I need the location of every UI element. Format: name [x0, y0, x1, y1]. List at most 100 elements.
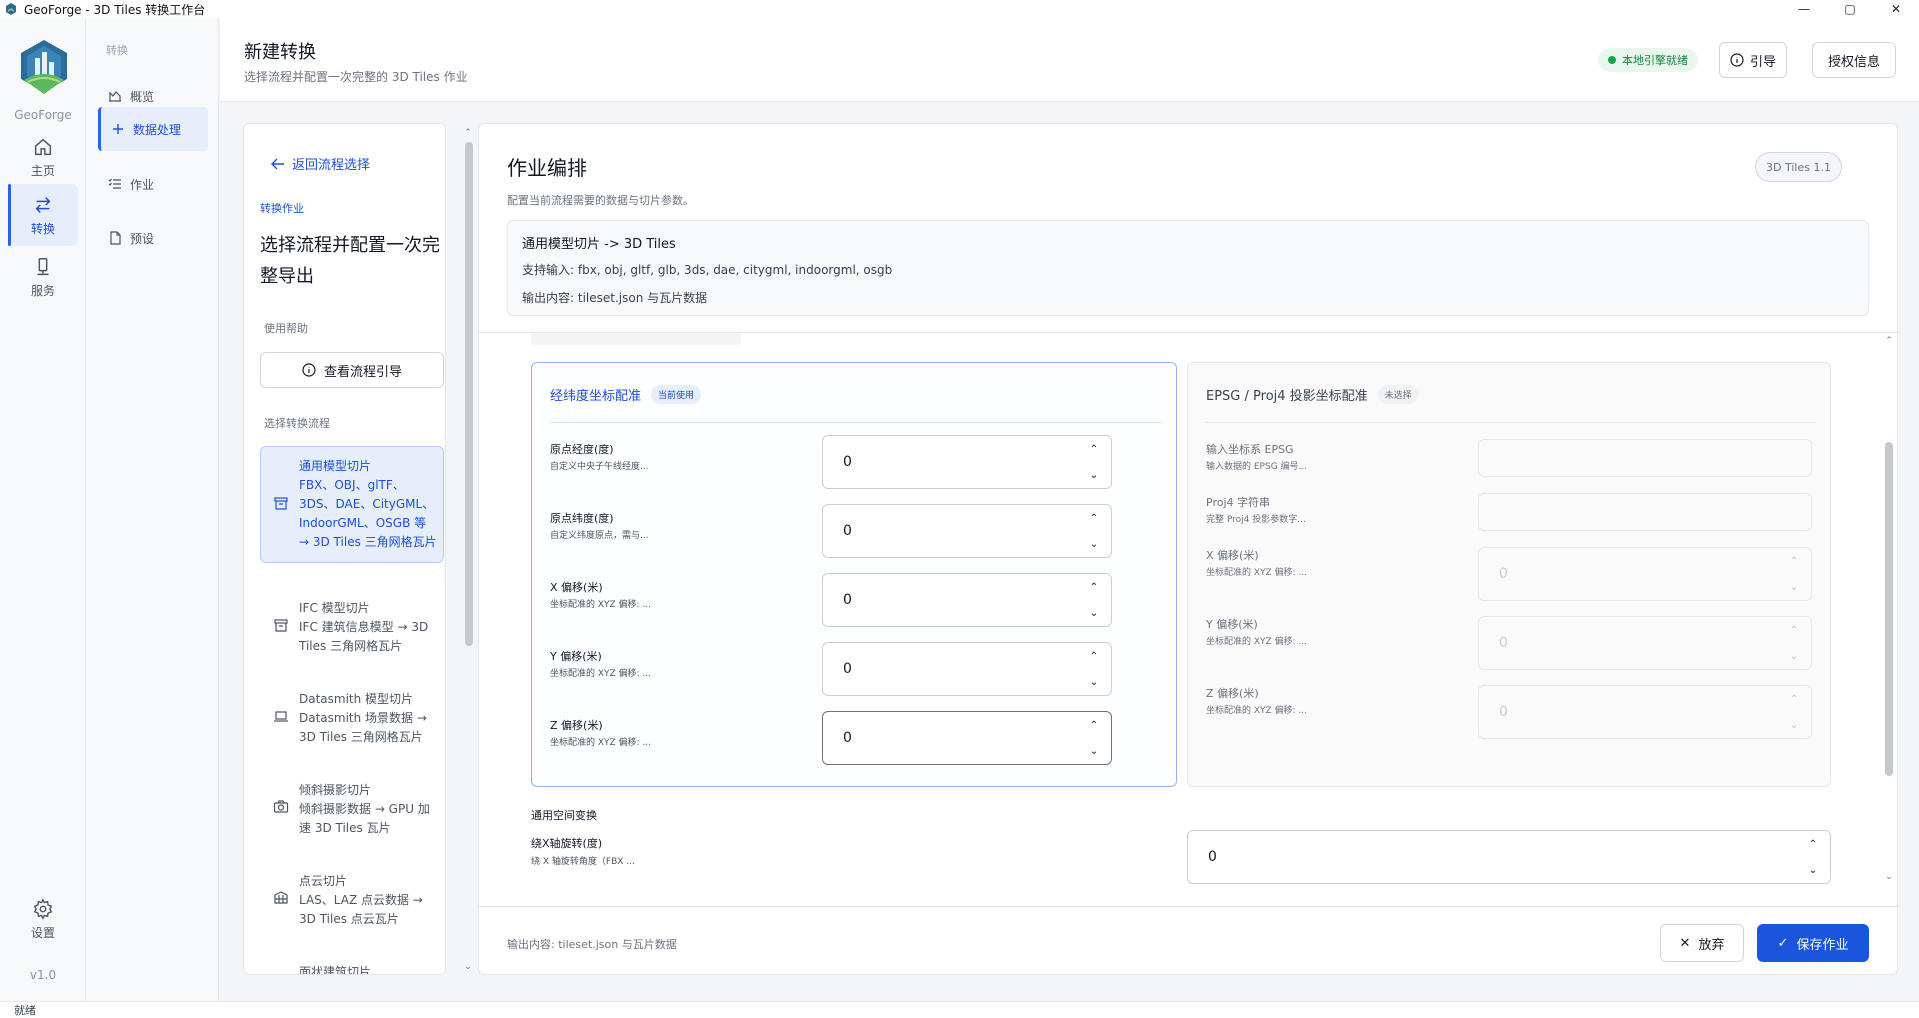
save-job-button[interactable]: ✓ 保存作业 [1757, 924, 1869, 962]
discard-label: 放弃 [1698, 937, 1725, 953]
geo-z-offset-hint: 坐标配准的 XYZ 偏移: ... [550, 738, 652, 748]
discard-button[interactable]: ✕ 放弃 [1660, 924, 1744, 962]
proj-x-offset-value: 0 [1499, 566, 1508, 582]
editor-scrollbar[interactable]: ⌃ ⌄ [1883, 336, 1895, 884]
proj-y-offset-input[interactable]: 0 ⌃ ⌄ [1478, 616, 1812, 670]
view-guide-button[interactable]: 查看流程引导 [260, 352, 444, 388]
rail-item-label: 设置 [30, 925, 55, 940]
proj-box-tag: 未选择 [1377, 385, 1419, 404]
rail-item-service[interactable]: 服务 [8, 246, 78, 308]
laptop-icon [274, 711, 288, 722]
subnav-item-jobs[interactable]: 作业 [98, 162, 208, 206]
spinner-icon[interactable]: ⌃ ⌄ [1089, 514, 1099, 550]
save-label: 保存作业 [1796, 937, 1849, 953]
flow-card-generic-model[interactable]: 通用模型切片 FBX、OBJ、glTF、3DS、DAE、CityGML、Indo… [260, 446, 444, 563]
geoforge-logo [21, 40, 67, 94]
flow-card-desc: 倾斜摄影数据 → GPU 加速 3D Tiles 瓦片 [299, 802, 430, 835]
divider [479, 906, 1899, 907]
proj-y-offset-value: 0 [1499, 635, 1508, 651]
scroll-down-icon[interactable]: ⌄ [1883, 872, 1895, 882]
rotate-x-input[interactable]: 0 ⌃ ⌄ [1187, 830, 1831, 884]
grid-icon [274, 891, 288, 904]
scroll-up-icon[interactable]: ⌃ [1883, 336, 1895, 346]
subnav-item-label: 预设 [130, 231, 155, 246]
status-text: 就绪 [14, 1004, 36, 1017]
footer-output-note: 输出内容: tileset.json 与瓦片数据 [507, 938, 677, 951]
subnav-item-label: 作业 [130, 177, 155, 192]
flow-card-title: 点云切片 [299, 874, 348, 888]
scroll-up-icon[interactable]: ⌃ [462, 128, 474, 138]
editor-subtitle: 配置当前流程需要的数据与切片参数。 [507, 194, 694, 207]
geo-coordinate-box[interactable]: 经纬度坐标配准 当前使用 原点经度(度) 自定义中央子午线经度... 0 ⌃ ⌄ … [531, 362, 1177, 787]
spinner-icon[interactable]: ⌃ ⌄ [1089, 583, 1099, 619]
geo-y-offset-input[interactable]: 0 ⌃ ⌄ [822, 642, 1112, 696]
close-icon: ✕ [1679, 935, 1691, 951]
arrow-left-icon [271, 158, 284, 169]
subnav-item-presets[interactable]: 预设 [98, 216, 208, 260]
flow-card-building-footprint[interactable]: 面状建筑切片 [260, 952, 444, 975]
panel-title: 选择流程并配置一次完整导出 [260, 235, 440, 287]
status-bar: 就绪 [0, 1001, 1919, 1018]
view-guide-label: 查看流程引导 [323, 364, 402, 380]
origin-lat-label: 原点纬度(度) [550, 512, 614, 525]
left-panel-scrollbar[interactable]: ⌃ ⌄ [462, 128, 474, 978]
flow-card-desc: IFC 建筑信息模型 → 3D Tiles 三角网格瓦片 [299, 620, 429, 653]
primary-rail: GeoForge 主页 转换 服务 设置 v1.0 [0, 18, 86, 1001]
close-button[interactable]: ✕ [1873, 0, 1919, 18]
maximize-button[interactable]: ▢ [1827, 0, 1873, 18]
geo-x-offset-value: 0 [843, 592, 852, 608]
summary-outputs: 输出内容: tileset.json 与瓦片数据 [522, 291, 708, 305]
flow-card-oblique[interactable]: 倾斜摄影切片 倾斜摄影数据 → GPU 加速 3D Tiles 瓦片 [260, 770, 444, 849]
geo-box-header: 经纬度坐标配准 当前使用 [550, 385, 702, 404]
home-icon [34, 138, 52, 155]
subnav-item-data-processing[interactable]: 数据处理 [98, 107, 208, 151]
origin-lat-hint: 自定义纬度原点，需与... [550, 531, 649, 541]
spinner-icon[interactable]: ⌃ ⌄ [1789, 695, 1799, 731]
minimize-button[interactable]: — [1781, 0, 1827, 18]
geo-z-offset-input[interactable]: 0 ⌃ ⌄ [822, 711, 1112, 765]
proj-coordinate-box[interactable]: EPSG / Proj4 投影坐标配准 未选择 输入坐标系 EPSG 输入数据的… [1187, 362, 1831, 787]
guide-button-label: 引导 [1749, 54, 1776, 70]
rail-item-convert[interactable]: 转换 [8, 184, 78, 246]
proj-box-header: EPSG / Proj4 投影坐标配准 未选择 [1206, 385, 1419, 404]
proj-box-title: EPSG / Proj4 投影坐标配准 [1206, 389, 1368, 404]
spinner-icon[interactable]: ⌃ ⌄ [1789, 626, 1799, 662]
proj4-label: Proj4 字符串 [1206, 496, 1271, 509]
rail-item-home[interactable]: 主页 [8, 126, 78, 188]
proj4-input[interactable] [1478, 493, 1812, 531]
back-to-flow-link[interactable]: 返回流程选择 [270, 154, 370, 173]
spinner-icon[interactable]: ⌃ ⌄ [1089, 652, 1099, 688]
scroll-thumb[interactable] [465, 142, 473, 646]
spinner-icon[interactable]: ⌃ ⌄ [1808, 840, 1818, 876]
engine-status-text: 本地引擎就绪 [1622, 54, 1688, 67]
spinner-icon[interactable]: ⌃ ⌄ [1089, 445, 1099, 481]
scroll-down-icon[interactable]: ⌄ [462, 962, 474, 972]
flow-selection-panel: 返回流程选择 转换作业 选择流程并配置一次完整导出 使用帮助 查看流程引导 选择… [243, 123, 446, 975]
proj-z-offset-value: 0 [1499, 704, 1508, 720]
proj-x-offset-label: X 偏移(米) [1206, 549, 1259, 562]
flow-card-pointcloud[interactable]: 点云切片 LAS、LAZ 点云数据 → 3D Tiles 点云瓦片 [260, 861, 444, 940]
origin-lat-input[interactable]: 0 ⌃ ⌄ [822, 504, 1112, 558]
faded-tab [531, 333, 741, 345]
geo-x-offset-input[interactable]: 0 ⌃ ⌄ [822, 573, 1112, 627]
spinner-icon[interactable]: ⌃ ⌄ [1789, 557, 1799, 593]
scroll-thumb[interactable] [1885, 442, 1893, 776]
flow-card-datasmith[interactable]: Datasmith 模型切片 Datasmith 场景数据 → 3D Tiles… [260, 679, 444, 758]
proj-x-offset-input[interactable]: 0 ⌃ ⌄ [1478, 547, 1812, 601]
license-button[interactable]: 授权信息 [1812, 42, 1896, 78]
epsg-input[interactable] [1478, 439, 1812, 477]
proj-z-offset-input[interactable]: 0 ⌃ ⌄ [1478, 685, 1812, 739]
rail-item-settings[interactable]: 设置 [8, 888, 78, 950]
status-dot-icon [1608, 56, 1616, 64]
origin-lon-input[interactable]: 0 ⌃ ⌄ [822, 435, 1112, 489]
origin-lon-value: 0 [843, 454, 852, 470]
epsg-hint: 输入数据的 EPSG 编号... [1206, 462, 1308, 472]
flow-card-ifc[interactable]: IFC 模型切片 IFC 建筑信息模型 → 3D Tiles 三角网格瓦片 [260, 588, 444, 667]
page-header: 新建转换 选择流程并配置一次完整的 3D Tiles 作业 本地引擎就绪 引导 … [220, 18, 1919, 102]
geo-y-offset-label: Y 偏移(米) [550, 650, 602, 663]
info-icon [302, 363, 316, 377]
flow-card-title: 面状建筑切片 [299, 965, 372, 975]
guide-button[interactable]: 引导 [1719, 42, 1787, 78]
engine-status-badge: 本地引擎就绪 [1598, 48, 1698, 72]
spinner-icon[interactable]: ⌃ ⌄ [1089, 721, 1099, 757]
